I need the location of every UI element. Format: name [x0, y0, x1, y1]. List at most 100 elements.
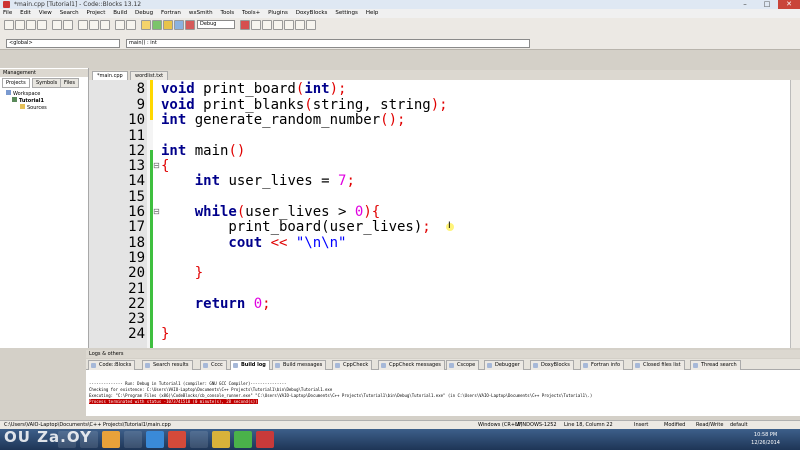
watermark: OU Za.OY	[4, 428, 92, 446]
debug-icon[interactable]	[240, 20, 250, 30]
clock-date: 12/26/2014	[751, 440, 780, 446]
taskbar-codeblocks-icon[interactable]	[256, 431, 274, 448]
code-token: ){	[363, 204, 381, 220]
taskbar-app-icon[interactable]	[124, 431, 142, 448]
code-token: user_lives >	[245, 204, 355, 220]
run-icon[interactable]	[152, 20, 162, 30]
menu-help[interactable]: Help	[363, 9, 382, 18]
log-tab-icon	[233, 363, 238, 368]
close-button[interactable]: ✕	[778, 0, 800, 9]
copy-icon[interactable]	[89, 20, 99, 30]
log-tab-icon	[335, 363, 340, 368]
code-token: {	[161, 158, 170, 174]
menu-bar: File Edit View Search Project Build Debu…	[0, 9, 800, 18]
find-icon[interactable]	[115, 20, 125, 30]
code-token: user_lives =	[220, 173, 339, 189]
undo-icon[interactable]	[52, 20, 62, 30]
code-token: ();	[380, 112, 406, 128]
redo-icon[interactable]	[63, 20, 73, 30]
code-token: generate_random_number	[186, 112, 381, 128]
taskbar-app-icon[interactable]	[146, 431, 164, 448]
menu-edit[interactable]: Edit	[17, 9, 34, 18]
log-tab-icon	[91, 363, 96, 368]
taskbar-app-icon[interactable]	[190, 431, 208, 448]
code-token: <<	[262, 235, 296, 251]
menu-file[interactable]: File	[0, 9, 15, 18]
menu-settings[interactable]: Settings	[332, 9, 361, 18]
taskbar-firefox-icon[interactable]	[102, 431, 120, 448]
line-number: 24	[128, 326, 145, 342]
menu-tools-plus[interactable]: Tools+	[239, 9, 263, 18]
menu-debug[interactable]: Debug	[132, 9, 156, 18]
workspace-icon	[6, 90, 11, 95]
log-line: -------------- Run: Debug in Tutorial1 (…	[89, 381, 287, 386]
code-line-22: return 0;	[161, 296, 271, 312]
line-number: 21	[128, 281, 145, 297]
log-tab-icon	[203, 363, 208, 368]
menu-build[interactable]: Build	[110, 9, 130, 18]
line-number: 22	[128, 296, 145, 312]
build-icon[interactable]	[141, 20, 151, 30]
fold-toggle-icon[interactable]: ⊟	[153, 161, 160, 170]
tab-symbols[interactable]: Symbols	[32, 78, 62, 88]
menu-search[interactable]: Search	[57, 9, 82, 18]
logs-title: Logs & others	[86, 350, 800, 358]
menu-project[interactable]: Project	[84, 9, 109, 18]
debug-windows-icon[interactable]	[295, 20, 305, 30]
run-to-cursor-icon[interactable]	[251, 20, 261, 30]
line-number: 10	[128, 112, 145, 128]
abort-icon[interactable]	[185, 20, 195, 30]
step-into-icon[interactable]	[273, 20, 283, 30]
menu-view[interactable]: View	[36, 9, 55, 18]
fold-toggle-icon[interactable]: ⊟	[153, 207, 160, 216]
stop-debugger-icon[interactable]	[306, 20, 316, 30]
log-line: Executing: "C:\Program Files (x86)\CodeB…	[89, 393, 593, 398]
next-line-icon[interactable]	[262, 20, 272, 30]
function-select[interactable]: main() : int	[126, 39, 530, 48]
scope-select[interactable]: <global>	[6, 39, 120, 48]
menu-plugins[interactable]: Plugins	[265, 9, 291, 18]
code-token: ;	[262, 296, 271, 312]
tree-item-workspace[interactable]: Workspace	[6, 90, 40, 97]
taskbar-app-icon[interactable]	[168, 431, 186, 448]
menu-wxsmith[interactable]: wxSmith	[186, 9, 216, 18]
taskbar-app-icon[interactable]	[234, 431, 252, 448]
tab-files[interactable]: Files	[60, 78, 79, 88]
menu-tools[interactable]: Tools	[218, 9, 238, 18]
project-icon	[12, 97, 17, 102]
minimize-button[interactable]: –	[734, 0, 756, 9]
tab-projects[interactable]: Projects	[2, 78, 30, 88]
build-target-select[interactable]: Debug	[197, 20, 235, 29]
rebuild-icon[interactable]	[174, 20, 184, 30]
tree-item-sources[interactable]: Sources	[20, 104, 47, 111]
menu-doxyblocks[interactable]: DoxyBlocks	[293, 9, 331, 18]
open-file-icon[interactable]	[15, 20, 25, 30]
code-token: );	[430, 97, 448, 113]
code-line-13: {	[161, 158, 169, 174]
editor-vertical-scrollbar[interactable]	[790, 80, 800, 348]
taskbar-clock[interactable]: 10:58 PM 12/26/2014	[751, 431, 780, 447]
change-marker-unsaved	[150, 80, 153, 120]
new-file-icon[interactable]	[4, 20, 14, 30]
menu-fortran[interactable]: Fortran	[158, 9, 184, 18]
log-tab-icon	[533, 363, 538, 368]
save-all-icon[interactable]	[37, 20, 47, 30]
line-number: 8	[136, 81, 145, 97]
save-icon[interactable]	[26, 20, 36, 30]
build-log-output[interactable]: -------------- Run: Debug in Tutorial1 (…	[86, 370, 800, 416]
log-tab-icon	[449, 363, 454, 368]
taskbar-app-icon[interactable]	[212, 431, 230, 448]
cut-icon[interactable]	[78, 20, 88, 30]
line-number: 23	[128, 311, 145, 327]
code-token: int	[161, 112, 187, 128]
log-tab-icon	[487, 363, 492, 368]
code-token: int	[161, 143, 187, 159]
line-number: 12	[128, 143, 145, 159]
editor-tab-strip	[89, 70, 800, 80]
paste-icon[interactable]	[100, 20, 110, 30]
maximize-button[interactable]: □	[756, 0, 778, 9]
tree-item-tutorial1[interactable]: Tutorial1	[12, 97, 44, 104]
step-out-icon[interactable]	[284, 20, 294, 30]
replace-icon[interactable]	[126, 20, 136, 30]
build-and-run-icon[interactable]	[163, 20, 173, 30]
